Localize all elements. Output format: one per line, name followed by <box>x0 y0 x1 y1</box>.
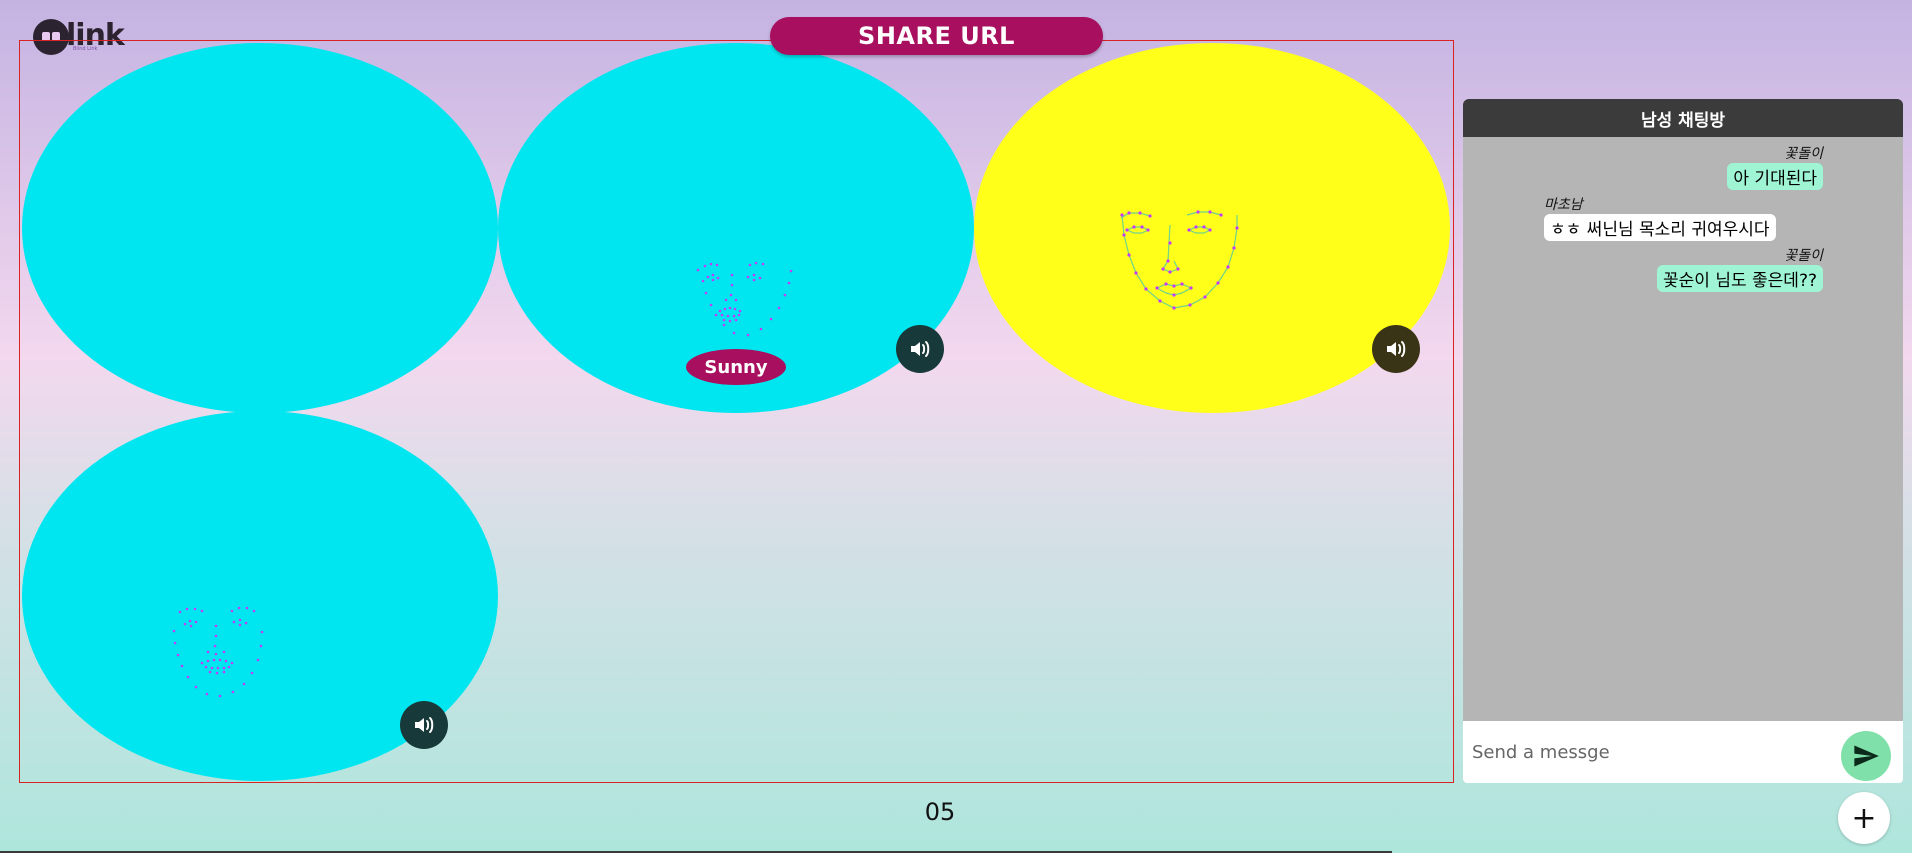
chat-nickname: 꽃돌이 <box>1784 146 1823 162</box>
chat-panel: 남성 채팅방 꽃돌이 아 기대된다 마초남 ㅎㅎ 써닌님 목소리 귀여우시다 꽃… <box>1463 99 1903 783</box>
video-grid: Sunny <box>19 40 1454 783</box>
chat-bubble: 꽃순이 님도 좋은데?? <box>1657 265 1823 292</box>
chat-message: 꽃돌이 아 기대된다 <box>1727 143 1823 190</box>
chat-bubble: ㅎㅎ 써닌님 목소리 귀여우시다 <box>1544 214 1776 241</box>
speaker-icon <box>415 717 434 733</box>
chat-title: 남성 채팅방 <box>1463 99 1903 137</box>
participant-tile-3 <box>974 43 1450 413</box>
chat-input-bar <box>1463 721 1903 783</box>
participant-tile-2: Sunny <box>498 43 974 413</box>
chat-nickname: 꽃돌이 <box>1784 248 1823 264</box>
message-input[interactable] <box>1463 741 1823 763</box>
room-counter: 05 <box>924 798 956 826</box>
share-url-button[interactable]: SHARE URL <box>770 17 1103 55</box>
mute-toggle-button[interactable] <box>1372 325 1420 373</box>
chat-message: 꽃돌이 꽃순이 님도 좋은데?? <box>1657 245 1823 292</box>
chat-nickname: 마초남 <box>1544 197 1583 213</box>
send-button[interactable] <box>1841 731 1891 781</box>
mute-toggle-button[interactable] <box>400 701 448 749</box>
add-button[interactable]: + <box>1838 792 1890 844</box>
mute-toggle-button[interactable] <box>896 325 944 373</box>
participant-name-badge: Sunny <box>686 349 786 385</box>
speaker-icon <box>911 341 930 357</box>
speaker-icon <box>1387 341 1406 357</box>
participant-tile-1 <box>22 43 498 413</box>
participant-tile-4 <box>22 411 498 781</box>
chat-bubble: 아 기대된다 <box>1727 163 1823 190</box>
chat-messages: 꽃돌이 아 기대된다 마초남 ㅎㅎ 써닌님 목소리 귀여우시다 꽃돌이 꽃순이 … <box>1463 137 1903 721</box>
chat-message: 마초남 ㅎㅎ 써닌님 목소리 귀여우시다 <box>1544 194 1776 241</box>
send-icon <box>1854 745 1879 767</box>
